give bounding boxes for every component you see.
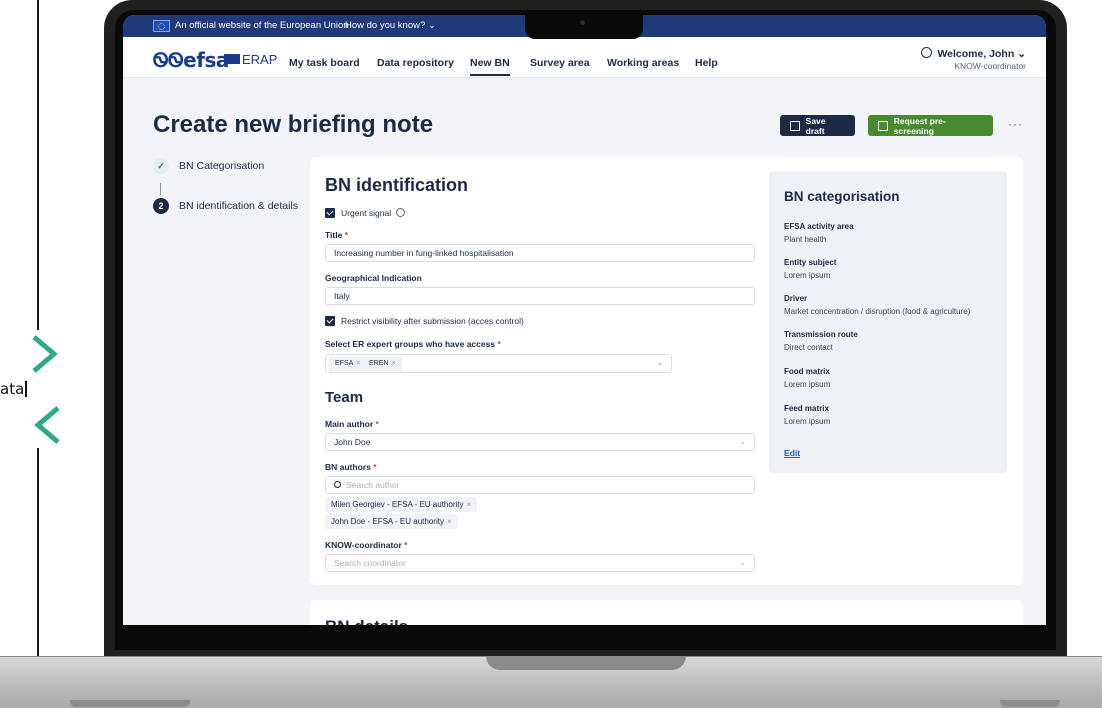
remove-icon[interactable]: × xyxy=(391,360,395,367)
nav-help[interactable]: Help xyxy=(695,57,718,69)
nav-new-bn[interactable]: New BN xyxy=(470,57,510,76)
field-key: Feed matrix xyxy=(784,404,829,413)
camera-notch xyxy=(525,15,643,39)
step-bn-identification[interactable]: 2 BN identification & details xyxy=(153,198,298,214)
field-value: Lorem ipsum xyxy=(784,417,831,426)
decor-vertical-line-top xyxy=(37,0,39,330)
field-key: Food matrix xyxy=(784,367,830,376)
how-do-you-know-link[interactable]: How do you know? ⌄ xyxy=(345,20,436,31)
coordinator-label: KNOW-coordinator * xyxy=(325,540,408,550)
user-role: KNOW-coordinator xyxy=(954,61,1026,71)
bn-details-card: BN details xyxy=(310,600,1023,625)
team-title: Team xyxy=(325,389,364,406)
author-chip: John Doe - EFSA - EU authority × xyxy=(325,514,458,529)
chevron-down-icon: ⌄ xyxy=(428,20,436,30)
stepper-connector xyxy=(160,183,161,195)
urgent-signal-label: Urgent signal xyxy=(341,208,406,218)
field-value: Plant health xyxy=(784,235,827,244)
field-key: Entity subject xyxy=(784,258,837,267)
remove-icon[interactable]: × xyxy=(467,500,472,509)
step-number: 2 xyxy=(153,198,169,214)
bn-identification-card: BN identification Urgent signal Title * … xyxy=(310,157,1023,585)
document-icon xyxy=(878,120,888,131)
eu-official-text: An official website of the European Unio… xyxy=(175,20,349,31)
step-bn-categorisation[interactable]: ✓ BN Categorisation xyxy=(153,158,264,174)
field-value: Lorem ipsum xyxy=(784,271,831,280)
bn-details-title: BN details xyxy=(325,617,408,625)
chevron-down-icon: ⌄ xyxy=(656,358,663,367)
section-title: BN identification xyxy=(325,175,468,195)
save-icon xyxy=(790,120,800,131)
save-draft-button[interactable]: Save draft xyxy=(780,115,855,136)
field-key: Driver xyxy=(784,294,808,303)
search-author-input[interactable]: Search author xyxy=(325,476,755,494)
top-nav: ᏫᏫefsa ERAP My task board Data repositor… xyxy=(123,37,1046,78)
categorisation-panel: BN categorisation EFSA activity area Pla… xyxy=(769,171,1007,473)
main-author-select[interactable]: John Doe ⌄ xyxy=(325,433,755,451)
decor-text: ata xyxy=(0,380,28,398)
tag-eren: EREN × xyxy=(363,357,402,371)
user-greeting: Welcome, John xyxy=(937,48,1015,60)
page-title: Create new briefing note xyxy=(153,111,434,138)
edit-categorisation-link[interactable]: Edit xyxy=(784,448,800,458)
info-icon[interactable] xyxy=(396,208,406,217)
erap-logo: ERAP xyxy=(224,52,277,67)
restrict-visibility-label: Restrict visibility after submission (ac… xyxy=(341,316,524,326)
more-options-icon[interactable]: ··· xyxy=(1008,117,1023,131)
nav-my-task-board[interactable]: My task board xyxy=(289,57,360,69)
field-key: EFSA activity area xyxy=(784,222,854,231)
categorisation-title: BN categorisation xyxy=(784,189,900,204)
chevron-down-icon: ⌄ xyxy=(1017,48,1026,60)
laptop-foot-left xyxy=(70,700,190,707)
field-value: Direct contact xyxy=(784,343,833,352)
remove-icon[interactable]: × xyxy=(447,517,452,526)
user-icon xyxy=(921,47,933,58)
urgent-signal-checkbox[interactable] xyxy=(325,208,335,218)
tag-efsa: EFSA × xyxy=(329,357,367,371)
author-chip: Milen Georgiev - EFSA - EU authority × xyxy=(325,497,478,512)
title-label: Title * xyxy=(325,230,349,240)
title-input[interactable]: Increasing number in fung-linked hospita… xyxy=(325,244,755,262)
eu-flag-icon xyxy=(153,20,170,32)
request-prescreening-button[interactable]: Request pre-screening xyxy=(868,115,993,136)
nav-data-repository[interactable]: Data repository xyxy=(377,57,454,69)
geo-label: Geographical Indication xyxy=(325,273,422,283)
expert-groups-label: Select ER expert groups who have access … xyxy=(325,339,501,349)
chevron-down-icon: ⌄ xyxy=(739,437,746,446)
nav-working-areas[interactable]: Working areas xyxy=(607,57,679,69)
chevron-down-icon: ⌄ xyxy=(739,558,746,567)
restrict-visibility-checkbox[interactable] xyxy=(325,316,335,326)
field-value: Lorem ipsum xyxy=(784,380,831,389)
field-value: Market concentration / disruption (food … xyxy=(784,307,971,316)
efsa-logo-mark-icon: ᏫᏫ xyxy=(153,48,184,72)
nav-survey-area[interactable]: Survey area xyxy=(530,57,590,69)
search-icon xyxy=(334,481,341,488)
geo-input[interactable]: Italy xyxy=(325,287,755,305)
laptop-base-notch xyxy=(486,656,686,670)
coordinator-select[interactable]: Search coordinator ⌄ xyxy=(325,554,755,572)
laptop-foot-right xyxy=(1000,700,1060,707)
efsa-logo[interactable]: ᏫᏫefsa xyxy=(153,48,229,72)
remove-icon[interactable]: × xyxy=(356,360,360,367)
app-screen: An official website of the European Unio… xyxy=(123,15,1046,625)
main-author-label: Main author * xyxy=(325,419,379,429)
field-key: Transmission route xyxy=(784,330,858,339)
check-icon: ✓ xyxy=(153,158,169,174)
bn-authors-label: BN authors * xyxy=(325,462,377,472)
user-menu[interactable]: Welcome, John ⌄ KNOW-coordinator xyxy=(921,47,1026,71)
